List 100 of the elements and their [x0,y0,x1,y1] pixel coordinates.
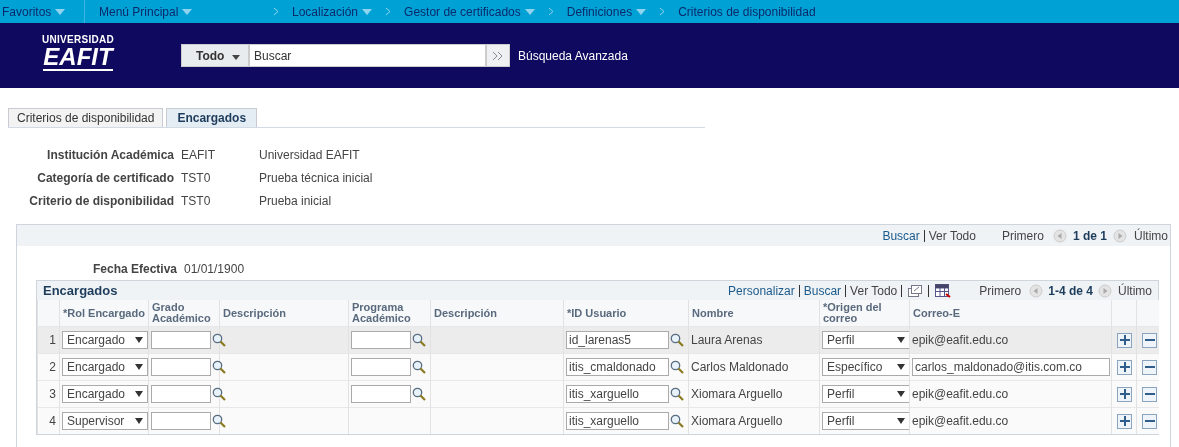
view-all-link[interactable]: Ver Todo [928,228,976,243]
first-label: Primero [979,283,1022,298]
table-cell: Laura Arenas [688,326,820,354]
column-header: *Rol Encargado [59,300,149,327]
search-icon[interactable] [412,360,426,374]
search-icon[interactable] [670,414,684,428]
caret-icon [182,8,193,15]
column-header: *Origen del correo [819,300,910,327]
field-description: Universidad EAFIT [259,148,360,162]
field-description: Prueba técnica inicial [259,171,373,185]
caret-icon [897,418,905,424]
breadcrumb-separator-icon [547,7,554,16]
field-value: EAFIT [181,148,216,162]
column-header: Correo-E [909,300,1112,327]
table-cell: Carlos Maldonado [688,353,820,381]
spreadsheet-download-icon[interactable] [935,283,952,298]
personalize-link[interactable]: Personalizar [728,283,795,298]
email-origin-dropdown[interactable]: Específico [822,358,910,376]
row-number: 1 [37,326,60,354]
caret-icon [135,364,143,370]
search-icon[interactable] [212,360,226,374]
logo-text: EAFIT [43,45,113,71]
email-field[interactable]: carlos_maldonado@itis.com.co [912,358,1110,376]
delete-row-button[interactable] [1142,359,1157,375]
program-field[interactable] [351,385,411,403]
plus-icon [1119,416,1130,426]
field-label: Fecha Efectiva [91,262,177,276]
search-icon[interactable] [212,414,226,428]
search-icon[interactable] [670,387,684,401]
caret-icon [135,337,143,343]
user-id-field[interactable]: id_larenas5 [566,331,669,349]
grid-title: Encargados [43,283,118,298]
field-label: Categoría de certificado [36,171,174,185]
nav-menu-link[interactable]: Definiciones [561,4,652,19]
search-icon[interactable] [412,333,426,347]
breadcrumb-separator-icon [273,7,279,16]
search-icon[interactable] [670,360,684,374]
tab[interactable]: Criterios de disponibilidad [8,108,164,127]
nav-menu-link[interactable]: Localización [287,4,378,19]
view-all-link[interactable]: Ver Todo [850,283,898,298]
role-dropdown[interactable]: Encargado [62,358,148,376]
column-header: *ID Usuario [563,300,689,327]
search-icon[interactable] [212,333,226,347]
search-scope-dropdown[interactable]: Todo [181,44,249,67]
tab[interactable]: Encargados [166,108,258,127]
degree-field[interactable] [151,331,211,349]
email-origin-dropdown[interactable]: Perfil [822,385,910,403]
table-cell: epik@eafit.edu.co [909,326,1112,354]
page-count: 1 de 1 [1072,228,1107,243]
search-icon[interactable] [670,333,684,347]
column-header: Descripción [430,300,564,327]
plus-icon [1119,362,1130,372]
program-field[interactable] [351,358,411,376]
email-origin-dropdown[interactable]: Perfil [822,412,910,430]
user-id-field[interactable]: itis_xarguello [566,385,669,403]
plus-icon [1119,335,1130,345]
search-icon[interactable] [212,387,226,401]
add-row-button[interactable] [1117,386,1132,402]
nav-menu-link[interactable]: Menú Principal [85,4,265,19]
field-value: TST0 [181,171,212,185]
search-icon[interactable] [412,387,426,401]
degree-field[interactable] [151,412,211,430]
user-id-field[interactable]: itis_xarguello [566,412,669,430]
delete-row-button[interactable] [1142,413,1157,429]
email-origin-dropdown[interactable]: Perfil [822,331,910,349]
new-window-icon[interactable] [908,284,923,297]
column-header: Descripción [219,300,349,327]
university-logo[interactable]: UNIVERSIDAD EAFIT [0,34,146,71]
delete-row-button[interactable] [1142,386,1157,402]
user-id-field[interactable]: itis_cmaldonado [566,358,669,376]
advanced-search-link[interactable]: Búsqueda Avanzada [518,48,628,63]
nav-menu-link[interactable]: Gestor de certificados [399,4,540,19]
add-row-button[interactable] [1117,413,1132,429]
table-cell: epik@eafit.edu.co [909,407,1112,434]
degree-field[interactable] [151,385,211,403]
program-field[interactable] [351,331,411,349]
caret-icon [524,8,535,15]
row-number: 4 [37,407,60,434]
delete-row-button[interactable] [1142,332,1157,348]
field-value: 01/01/1900 [184,262,246,276]
find-link[interactable]: Buscar [882,228,920,243]
double-chevron-icon [492,50,504,61]
field-label: Criterio de disponibilidad [28,194,174,208]
page-count: 1-4 de 4 [1048,283,1093,298]
breadcrumb-separator-icon [659,7,666,16]
caret-icon [897,391,905,397]
role-dropdown[interactable]: Encargado [62,331,148,349]
add-row-button[interactable] [1117,359,1132,375]
search-button[interactable] [486,44,510,67]
search-field[interactable]: Buscar [249,44,486,67]
add-row-button[interactable] [1117,332,1132,348]
degree-field[interactable] [151,358,211,376]
table-cell: Xiomara Arguello [688,380,820,408]
nav-menu-link[interactable]: Criterios de disponibilidad [673,4,821,19]
table-cell: Xiomara Arguello [688,407,820,434]
role-dropdown[interactable]: Supervisor [62,412,148,430]
find-link[interactable]: Buscar [803,283,842,298]
plus-icon [1119,389,1130,399]
role-dropdown[interactable]: Encargado [62,385,148,403]
caret-icon [135,418,143,424]
